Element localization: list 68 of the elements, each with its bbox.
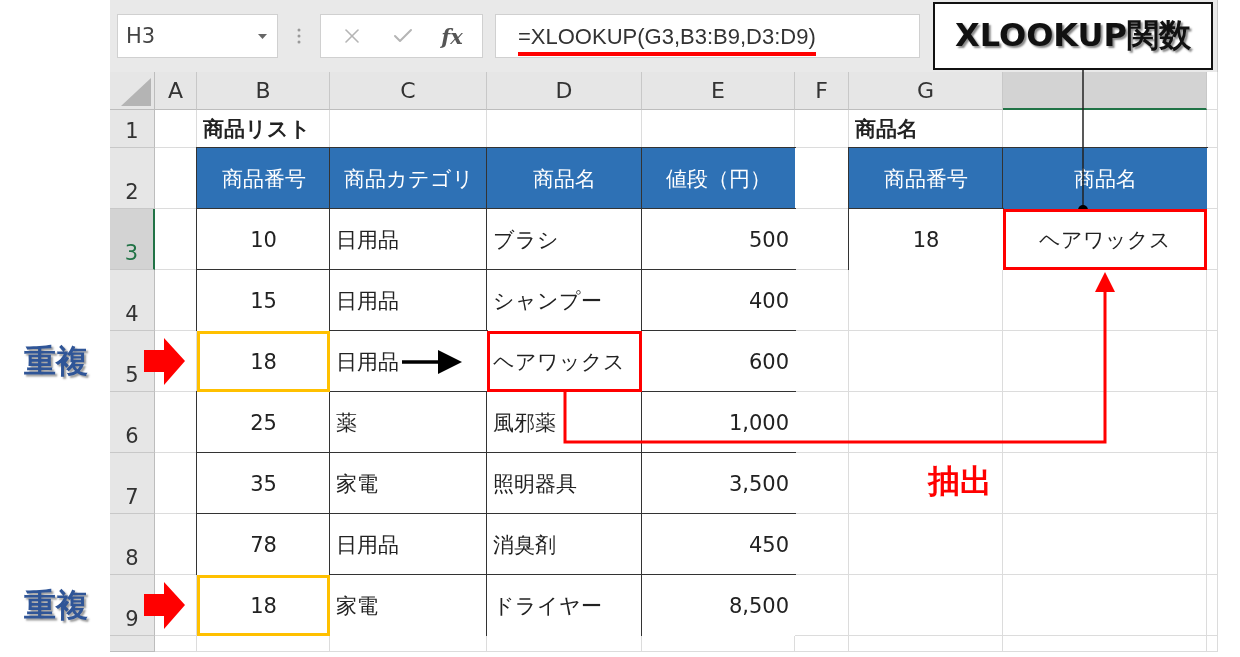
table-cell: 消臭剤 — [487, 514, 642, 575]
table-cell: ヘアワックス — [487, 331, 642, 392]
block-arrow-icon — [144, 582, 185, 629]
column-heading[interactable]: B — [197, 72, 330, 110]
row-heading[interactable]: 6 — [110, 392, 155, 453]
table-cell: 400 — [642, 270, 795, 331]
insert-function-button[interactable]: fx — [441, 23, 463, 49]
pointer-arrow — [402, 350, 462, 374]
formula-field[interactable]: =XLOOKUP(G3,B3:B9,D3:D9) — [495, 14, 920, 58]
column-heading[interactable]: D — [487, 72, 642, 110]
table-cell: 600 — [642, 331, 795, 392]
row-heading[interactable]: 3 — [110, 209, 155, 270]
table-cell: 10 — [197, 209, 330, 270]
column-header-cell: 商品番号 — [849, 148, 1003, 209]
column-heading[interactable] — [1003, 72, 1207, 110]
table-cell: 薬 — [330, 392, 487, 453]
column-heading[interactable]: G — [849, 72, 1003, 110]
table-cell: 3,500 — [642, 453, 795, 514]
table-cell: 15 — [197, 270, 330, 331]
grip-icon — [297, 28, 301, 44]
table-cell: ヘアワックス — [1003, 209, 1207, 270]
table-cell: 家電 — [330, 453, 487, 514]
sheet-title: 商品リスト — [197, 110, 330, 148]
row-heading[interactable]: 2 — [110, 148, 155, 209]
table-cell: 風邪薬 — [487, 392, 642, 453]
row-heading[interactable]: 9 — [110, 575, 155, 636]
block-arrow-icon — [144, 338, 185, 385]
table-cell: ブラシ — [487, 209, 642, 270]
table-cell: ドライヤー — [487, 575, 642, 636]
row-heading[interactable]: 7 — [110, 453, 155, 514]
select-all-icon[interactable] — [121, 78, 151, 106]
column-heading[interactable]: F — [795, 72, 849, 110]
row-heading[interactable]: 8 — [110, 514, 155, 575]
row-heading[interactable]: 4 — [110, 270, 155, 331]
column-header-cell: 商品番号 — [197, 148, 330, 209]
table-cell: 1,000 — [642, 392, 795, 453]
row-heading[interactable] — [110, 636, 155, 652]
column-header-cell: 値段（円） — [642, 148, 795, 209]
table-cell: 8,500 — [642, 575, 795, 636]
column-header-cell: 商品名 — [1003, 148, 1207, 209]
column-header-cell: 商品名 — [487, 148, 642, 209]
sheet-title: 商品名 — [849, 110, 1003, 148]
column-heading[interactable]: C — [330, 72, 487, 110]
table-cell: シャンプー — [487, 270, 642, 331]
table-cell: 照明器具 — [487, 453, 642, 514]
table-cell: 18 — [197, 575, 330, 636]
column-heading[interactable]: A — [155, 72, 197, 110]
table-cell: 家電 — [330, 575, 487, 636]
table-cell: 25 — [197, 392, 330, 453]
callout-label: XLOOKUP関数 — [933, 2, 1213, 70]
table-cell: 18 — [197, 331, 330, 392]
extract-label: 抽出 — [928, 461, 992, 502]
table-cell: 18 — [849, 209, 1003, 270]
table-cell: 35 — [197, 453, 330, 514]
column-heading[interactable]: E — [642, 72, 795, 110]
row-heading[interactable]: 1 — [110, 110, 155, 148]
name-box[interactable]: H3 — [117, 14, 278, 58]
table-cell: 78 — [197, 514, 330, 575]
table-cell: 日用品 — [330, 270, 487, 331]
table-cell: 日用品 — [330, 209, 487, 270]
table-cell: 450 — [642, 514, 795, 575]
table-cell: 日用品 — [330, 331, 487, 392]
row-heading[interactable]: 5 — [110, 331, 155, 392]
caret-icon — [258, 33, 267, 39]
column-header-cell: 商品カテゴリ — [330, 148, 487, 209]
corner-cell[interactable] — [110, 72, 155, 110]
table-cell: 日用品 — [330, 514, 487, 575]
table-cell: 500 — [642, 209, 795, 270]
